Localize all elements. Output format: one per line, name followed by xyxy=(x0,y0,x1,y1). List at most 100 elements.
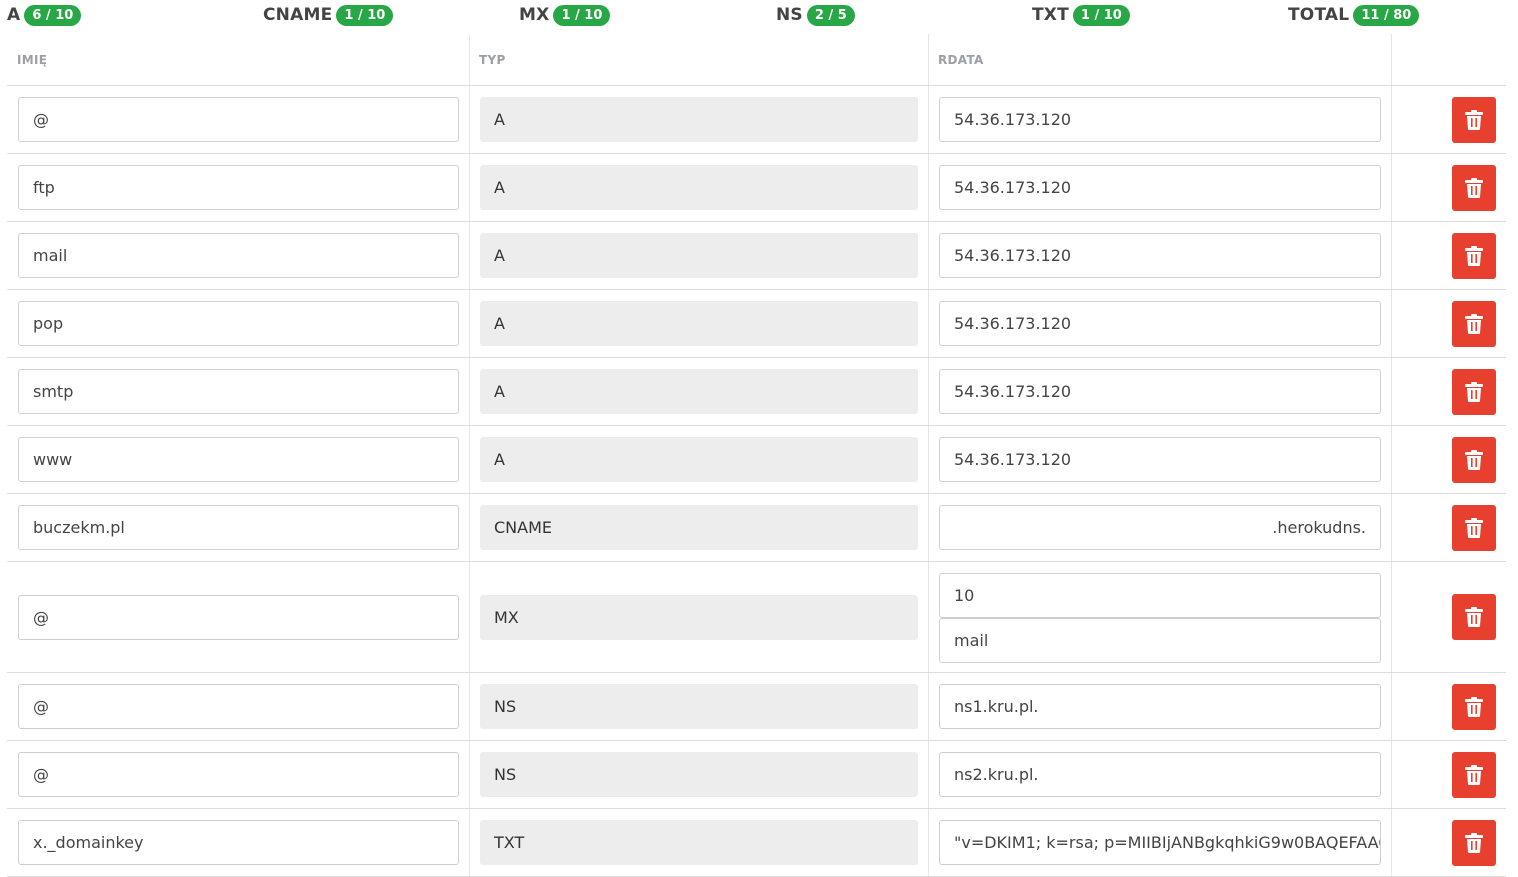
record-rdata-input[interactable]: Adres54.36.173.120 xyxy=(939,97,1381,142)
record-rdata-value: 54.36.173.120 xyxy=(954,246,1072,265)
record-rdata-input[interactable]: TXT-data"v=DKIM1; k=rsa; p=MIIBIjANBgkqh… xyxy=(939,820,1381,865)
summary-a: A 6 / 10 xyxy=(7,4,82,26)
record-name-input[interactable]: smtp xyxy=(18,369,459,414)
delete-record-button[interactable] xyxy=(1452,820,1496,866)
summary-cname: CNAME 1 / 10 xyxy=(263,4,394,26)
record-rdata-input[interactable]: NS dnamens2.kru.pl. xyxy=(939,752,1381,797)
record-rdata-input[interactable]: Adres54.36.173.120 xyxy=(939,369,1381,414)
record-name-value: smtp xyxy=(33,382,74,401)
delete-record-button[interactable] xyxy=(1452,505,1496,551)
record-type-field: A xyxy=(480,97,918,142)
record-type-value: A xyxy=(494,178,505,197)
record-name-input[interactable]: buczekm.pl xyxy=(18,505,459,550)
trash-icon xyxy=(1465,607,1483,627)
trash-icon xyxy=(1465,833,1483,853)
record-name-value: x._domainkey xyxy=(33,833,144,852)
record-type-field: NS xyxy=(480,684,918,729)
record-rdata-input[interactable]: Adres54.36.173.120 xyxy=(939,437,1381,482)
record-type-field: A xyxy=(480,437,918,482)
table-row: @ NS NS dnamens2.kru.pl. xyxy=(7,741,1506,809)
table-row: ftp A Adres54.36.173.120 xyxy=(7,154,1506,222)
delete-record-button[interactable] xyxy=(1452,301,1496,347)
record-name-value: buczekm.pl xyxy=(33,518,125,537)
record-name-input[interactable]: pop xyxy=(18,301,459,346)
record-type-field: TXT xyxy=(480,820,918,865)
delete-record-button[interactable] xyxy=(1452,165,1496,211)
table-row: @ A Adres54.36.173.120 xyxy=(7,86,1506,154)
column-header-rdata: RDATA xyxy=(938,53,984,67)
record-type-field: A xyxy=(480,165,918,210)
trash-icon xyxy=(1465,178,1483,198)
record-name-value: @ xyxy=(33,697,49,716)
record-summary: A 6 / 10 CNAME 1 / 10 MX 1 / 10 NS 2 / 5… xyxy=(0,0,1518,30)
record-name-input[interactable]: @ xyxy=(18,684,459,729)
record-type-value: TXT xyxy=(494,833,525,852)
summary-label: TXT xyxy=(1032,5,1069,25)
record-name-input[interactable]: mail xyxy=(18,233,459,278)
summary-label: MX xyxy=(519,5,550,25)
record-rdata-value: 54.36.173.120 xyxy=(954,450,1072,469)
record-type-field: CNAME xyxy=(480,505,918,550)
record-name-input[interactable]: x._domainkey xyxy=(18,820,459,865)
record-type-value: A xyxy=(494,246,505,265)
trash-icon xyxy=(1465,697,1483,717)
mx-priority-input[interactable]: Priorytet10 xyxy=(939,573,1381,618)
trash-icon xyxy=(1465,765,1483,785)
summary-label: CNAME xyxy=(263,5,333,25)
trash-icon xyxy=(1465,246,1483,266)
mx-exchange-value: mail xyxy=(954,631,989,650)
column-header-name: IMIĘ xyxy=(17,53,48,67)
record-name-input[interactable]: www xyxy=(18,437,459,482)
delete-record-button[interactable] xyxy=(1452,369,1496,415)
table-row: www A Adres54.36.173.120 xyxy=(7,426,1506,494)
table-row: x._domainkey TXT TXT-data"v=DKIM1; k=rsa; … xyxy=(7,809,1506,877)
record-rdata-value: "v=DKIM1; k=rsa; p=MIIBIjANBgkqhkiG9w0BA… xyxy=(954,833,1380,852)
record-rdata-value: .herokudns. xyxy=(1272,518,1366,537)
record-type-field: A xyxy=(480,369,918,414)
summary-badge: 6 / 10 xyxy=(24,4,82,26)
summary-label: NS xyxy=(776,5,803,25)
mx-exchange-input[interactable]: Wymianamail xyxy=(939,618,1381,663)
record-name-value: pop xyxy=(33,314,64,333)
table-row: mail A Adres54.36.173.120 xyxy=(7,222,1506,290)
delete-record-button[interactable] xyxy=(1452,233,1496,279)
summary-label: TOTAL xyxy=(1288,5,1350,25)
trash-icon xyxy=(1465,450,1483,470)
record-type-value: A xyxy=(494,382,505,401)
record-name-input[interactable]: @ xyxy=(18,595,459,640)
delete-record-button[interactable] xyxy=(1452,437,1496,483)
record-name-input[interactable]: ftp xyxy=(18,165,459,210)
record-type-field: NS xyxy=(480,752,918,797)
table-header: IMIĘ TYP RDATA xyxy=(7,34,1506,86)
record-name-input[interactable]: @ xyxy=(18,97,459,142)
record-rdata-input[interactable]: Adres54.36.173.120 xyxy=(939,165,1381,210)
delete-record-button[interactable] xyxy=(1452,594,1496,640)
trash-icon xyxy=(1465,314,1483,334)
record-name-value: ftp xyxy=(33,178,55,197)
record-type-value: A xyxy=(494,314,505,333)
delete-record-button[interactable] xyxy=(1452,97,1496,143)
summary-badge: 1 / 10 xyxy=(336,4,394,26)
summary-mx: MX 1 / 10 xyxy=(519,4,611,26)
table-row: smtp A Adres54.36.173.120 xyxy=(7,358,1506,426)
summary-badge: 11 / 80 xyxy=(1353,4,1420,26)
trash-icon xyxy=(1465,110,1483,130)
table-row: @ NS NS dnamens1.kru.pl. xyxy=(7,673,1506,741)
record-type-value: A xyxy=(494,110,505,129)
trash-icon xyxy=(1465,518,1483,538)
record-rdata-value: 54.36.173.120 xyxy=(954,382,1072,401)
summary-badge: 1 / 10 xyxy=(553,4,611,26)
record-rdata-input[interactable]: NS dnamens1.kru.pl. xyxy=(939,684,1381,729)
mx-priority-value: 10 xyxy=(954,586,975,605)
record-rdata-input[interactable]: Adres54.36.173.120 xyxy=(939,301,1381,346)
table-row: buczekm.pl CNAME CNAME.herokudns. xyxy=(7,494,1506,562)
record-rdata-input[interactable]: CNAME.herokudns. xyxy=(939,505,1381,550)
record-type-value: MX xyxy=(494,608,519,627)
summary-badge: 1 / 10 xyxy=(1072,4,1130,26)
table-row: @ MX Priorytet10Wymianamail xyxy=(7,562,1506,673)
record-rdata-input[interactable]: Adres54.36.173.120 xyxy=(939,233,1381,278)
delete-record-button[interactable] xyxy=(1452,752,1496,798)
record-name-input[interactable]: @ xyxy=(18,752,459,797)
delete-record-button[interactable] xyxy=(1452,684,1496,730)
summary-total: TOTAL 11 / 80 xyxy=(1288,4,1420,26)
